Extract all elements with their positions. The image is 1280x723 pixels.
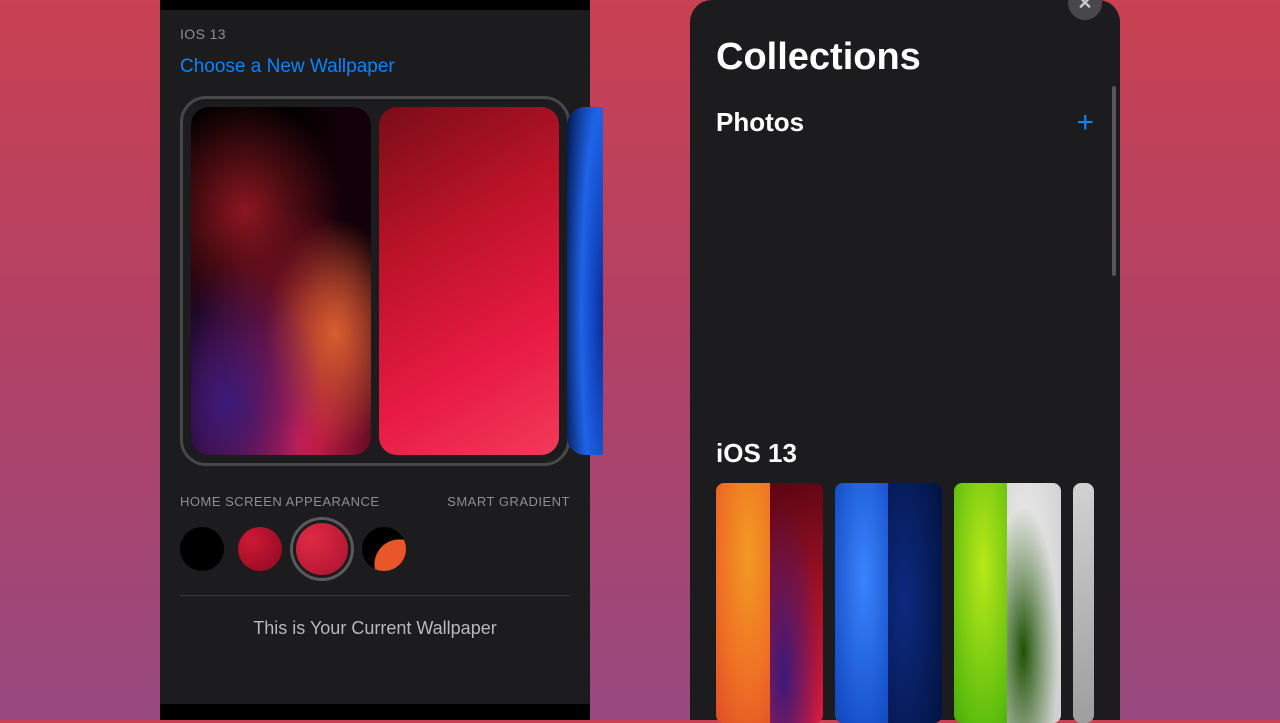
collections-title: Collections (716, 36, 1094, 79)
swatch-wallpaper[interactable] (362, 527, 406, 571)
wallpaper-thumb-blue[interactable] (835, 483, 942, 723)
home-screen-appearance-label: HOME SCREEN APPEARANCE (180, 494, 380, 509)
bottom-bar (160, 704, 590, 720)
thumb-light-half (835, 483, 889, 723)
wallpaper-preview-card[interactable] (180, 96, 570, 466)
thumb-dark-half (888, 483, 941, 723)
photos-label: Photos (716, 107, 804, 138)
appearance-swatches (180, 523, 570, 575)
current-wallpaper-label: This is Your Current Wallpaper (160, 596, 590, 639)
plus-icon: + (1076, 106, 1094, 139)
home-screen-appearance-section: HOME SCREEN APPEARANCE SMART GRADIENT (180, 494, 570, 596)
wallpaper-settings-panel: IOS 13 Choose a New Wallpaper HOME SCREE… (160, 0, 590, 720)
close-icon: ✕ (1077, 0, 1092, 14)
choose-new-wallpaper-link[interactable]: Choose a New Wallpaper (180, 56, 570, 78)
photos-section-header: Photos + (716, 107, 1094, 138)
close-button[interactable]: ✕ (1068, 0, 1102, 20)
ios13-thumbnails (716, 483, 1094, 723)
thumb-light-half (1073, 483, 1094, 723)
category-label: IOS 13 (180, 26, 570, 42)
wallpaper-thumb-green[interactable] (954, 483, 1061, 723)
collections-panel: ✕ Collections Photos + iOS 13 (690, 0, 1120, 720)
smart-gradient-label: SMART GRADIENT (447, 494, 570, 509)
wallpaper-thumb-red[interactable] (716, 483, 823, 723)
top-bar (160, 0, 590, 10)
swatch-red-bright-selected[interactable] (296, 523, 348, 575)
thumb-dark-half (1007, 483, 1060, 723)
thumb-light-half (716, 483, 770, 723)
ios13-group-title: iOS 13 (716, 438, 1094, 469)
lock-screen-preview[interactable] (191, 107, 371, 455)
next-wallpaper-peek[interactable] (567, 107, 603, 455)
thumb-dark-half (770, 483, 823, 723)
wallpaper-thumb-grey-peek[interactable] (1073, 483, 1094, 723)
swatch-black[interactable] (180, 527, 224, 571)
swatch-red-dark[interactable] (238, 527, 282, 571)
home-screen-preview[interactable] (379, 107, 559, 455)
add-photos-button[interactable]: + (1076, 108, 1094, 138)
thumb-light-half (954, 483, 1008, 723)
